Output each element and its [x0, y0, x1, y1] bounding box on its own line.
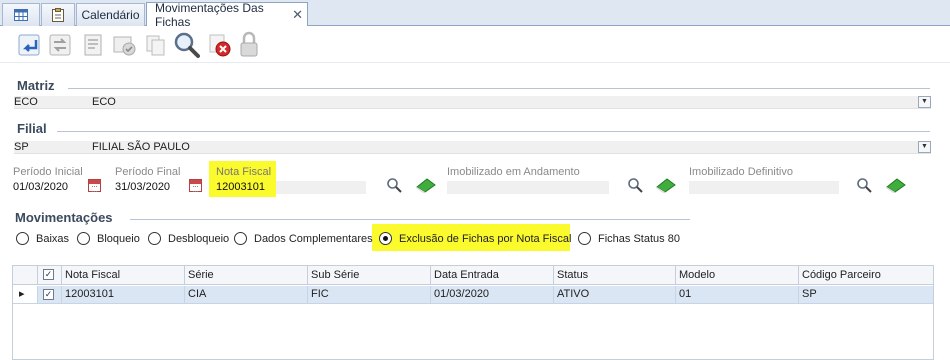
clipboard-icon [52, 8, 64, 22]
imobilizado-andamento-label: Imobilizado em Andamento [447, 166, 580, 178]
cell-sub-serie[interactable]: FIC [308, 286, 431, 304]
col-modelo[interactable]: Modelo [676, 266, 799, 285]
cell-nota-fiscal[interactable]: 12003101 [62, 286, 185, 304]
document-icon [84, 34, 102, 56]
refresh-button[interactable] [45, 30, 75, 60]
movimentacoes-divider [130, 219, 690, 220]
grid-view-icon [14, 9, 28, 21]
back-arrow-icon [18, 34, 40, 56]
matriz-desc: ECO [92, 96, 116, 108]
eraser-icon[interactable] [655, 177, 677, 196]
radio-baixas[interactable] [16, 232, 29, 245]
tab-calendario[interactable]: Calendário [76, 3, 145, 26]
radio-desbloqueio[interactable] [148, 232, 161, 245]
periodo-inicial-input[interactable]: 01/03/2020 [13, 181, 68, 193]
tab-strip: Calendário Movimentações Das Fichas ✕ [0, 0, 950, 29]
tab-grid-view[interactable] [2, 3, 40, 26]
periodo-inicial-label: Período Inicial [13, 166, 83, 178]
cell-modelo[interactable]: 01 [676, 286, 799, 304]
search-icon[interactable] [386, 177, 402, 196]
tab-calendario-label: Calendário [81, 8, 140, 22]
radio-exclusao-fichas[interactable] [379, 232, 392, 245]
radio-bloqueio-label: Bloqueio [97, 233, 140, 245]
search-icon[interactable] [627, 177, 643, 196]
checkbox-select-all[interactable]: ✓ [43, 269, 54, 280]
chevron-down-icon[interactable]: ▼ [918, 141, 931, 153]
cell-serie[interactable]: CIA [185, 286, 308, 304]
filial-divider [57, 131, 930, 132]
search-icon[interactable] [856, 177, 872, 196]
cell-status[interactable]: ATIVO [554, 286, 676, 304]
tab-movimentacoes[interactable]: Movimentações Das Fichas ✕ [146, 0, 308, 29]
delete-button[interactable] [205, 30, 235, 60]
periodo-final-input[interactable]: 31/03/2020 [115, 181, 170, 193]
col-data-entrada[interactable]: Data Entrada [431, 266, 554, 285]
col-status[interactable]: Status [554, 266, 676, 285]
refresh-icon [49, 34, 71, 56]
close-icon[interactable]: ✕ [292, 7, 303, 23]
filial-combo[interactable]: SP FILIAL SÃO PAULO ▼ [14, 141, 931, 154]
eraser-icon[interactable] [415, 177, 437, 196]
table-row-checkbox-cell[interactable]: ✓ [38, 286, 62, 304]
nota-fiscal-label: Nota Fiscal [216, 166, 272, 178]
matriz-section-title: Matriz [17, 78, 55, 93]
imobilizado-definitivo-input[interactable] [689, 181, 839, 194]
matriz-code: ECO [14, 96, 38, 108]
delete-icon [209, 34, 231, 57]
back-button[interactable] [14, 30, 44, 60]
tab-checklist[interactable] [41, 3, 75, 26]
nota-fiscal-box [276, 181, 366, 194]
radio-fichas-status-80-label: Fichas Status 80 [598, 233, 680, 245]
calendar-icon[interactable] [88, 179, 101, 192]
matriz-divider [68, 88, 930, 89]
fichas-grid: ✓ Nota Fiscal Série Sub Série Data Entra… [12, 265, 934, 360]
nota-fiscal-input[interactable]: 12003101 [216, 181, 265, 193]
search-icon [174, 32, 200, 58]
checkbox-row[interactable]: ✓ [43, 289, 54, 300]
grid-row-indicator-header [13, 266, 38, 285]
filial-section-title: Filial [17, 121, 47, 136]
approve-button[interactable] [109, 30, 139, 60]
col-codigo-parceiro[interactable]: Código Parceiro [799, 266, 933, 285]
col-sub-serie[interactable]: Sub Série [308, 266, 431, 285]
tab-movimentacoes-label: Movimentações Das Fichas [155, 0, 264, 29]
copy-icon [146, 35, 165, 56]
radio-dados-complementares-label: Dados Complementares [254, 233, 373, 245]
radio-dados-complementares[interactable] [234, 232, 247, 245]
periodo-final-label: Período Final [115, 166, 181, 178]
radio-baixas-label: Baixas [36, 233, 70, 245]
copy-button[interactable] [141, 30, 171, 60]
approve-icon [113, 36, 136, 56]
document-button[interactable] [78, 30, 108, 60]
imobilizado-andamento-input[interactable] [447, 181, 609, 194]
row-indicator-icon: ▸ [13, 286, 38, 304]
toolbar [0, 27, 950, 63]
cell-data-entrada[interactable]: 01/03/2020 [431, 286, 554, 304]
imobilizado-definitivo-label: Imobilizado Definitivo [689, 166, 793, 178]
eraser-icon[interactable] [885, 177, 907, 196]
radio-bloqueio[interactable] [77, 232, 90, 245]
col-serie[interactable]: Série [185, 266, 308, 285]
filial-code: SP [14, 141, 29, 153]
cell-codigo-parceiro[interactable]: SP [799, 286, 933, 304]
chevron-down-icon[interactable]: ▼ [918, 96, 931, 108]
lock-button[interactable] [234, 30, 264, 60]
lock-icon [240, 31, 258, 57]
grid-select-all[interactable]: ✓ [38, 266, 62, 285]
radio-desbloqueio-label: Desbloqueio [168, 233, 230, 245]
matriz-combo[interactable]: ECO ECO ▼ [14, 96, 931, 109]
calendar-icon[interactable] [189, 179, 202, 192]
col-nota-fiscal[interactable]: Nota Fiscal [62, 266, 185, 285]
radio-fichas-status-80[interactable] [578, 232, 591, 245]
movimentacoes-section-title: Movimentações [15, 210, 113, 225]
search-button[interactable] [172, 30, 202, 60]
radio-exclusao-fichas-label: Exclusão de Fichas por Nota Fiscal [399, 233, 572, 245]
filial-desc: FILIAL SÃO PAULO [92, 141, 190, 153]
